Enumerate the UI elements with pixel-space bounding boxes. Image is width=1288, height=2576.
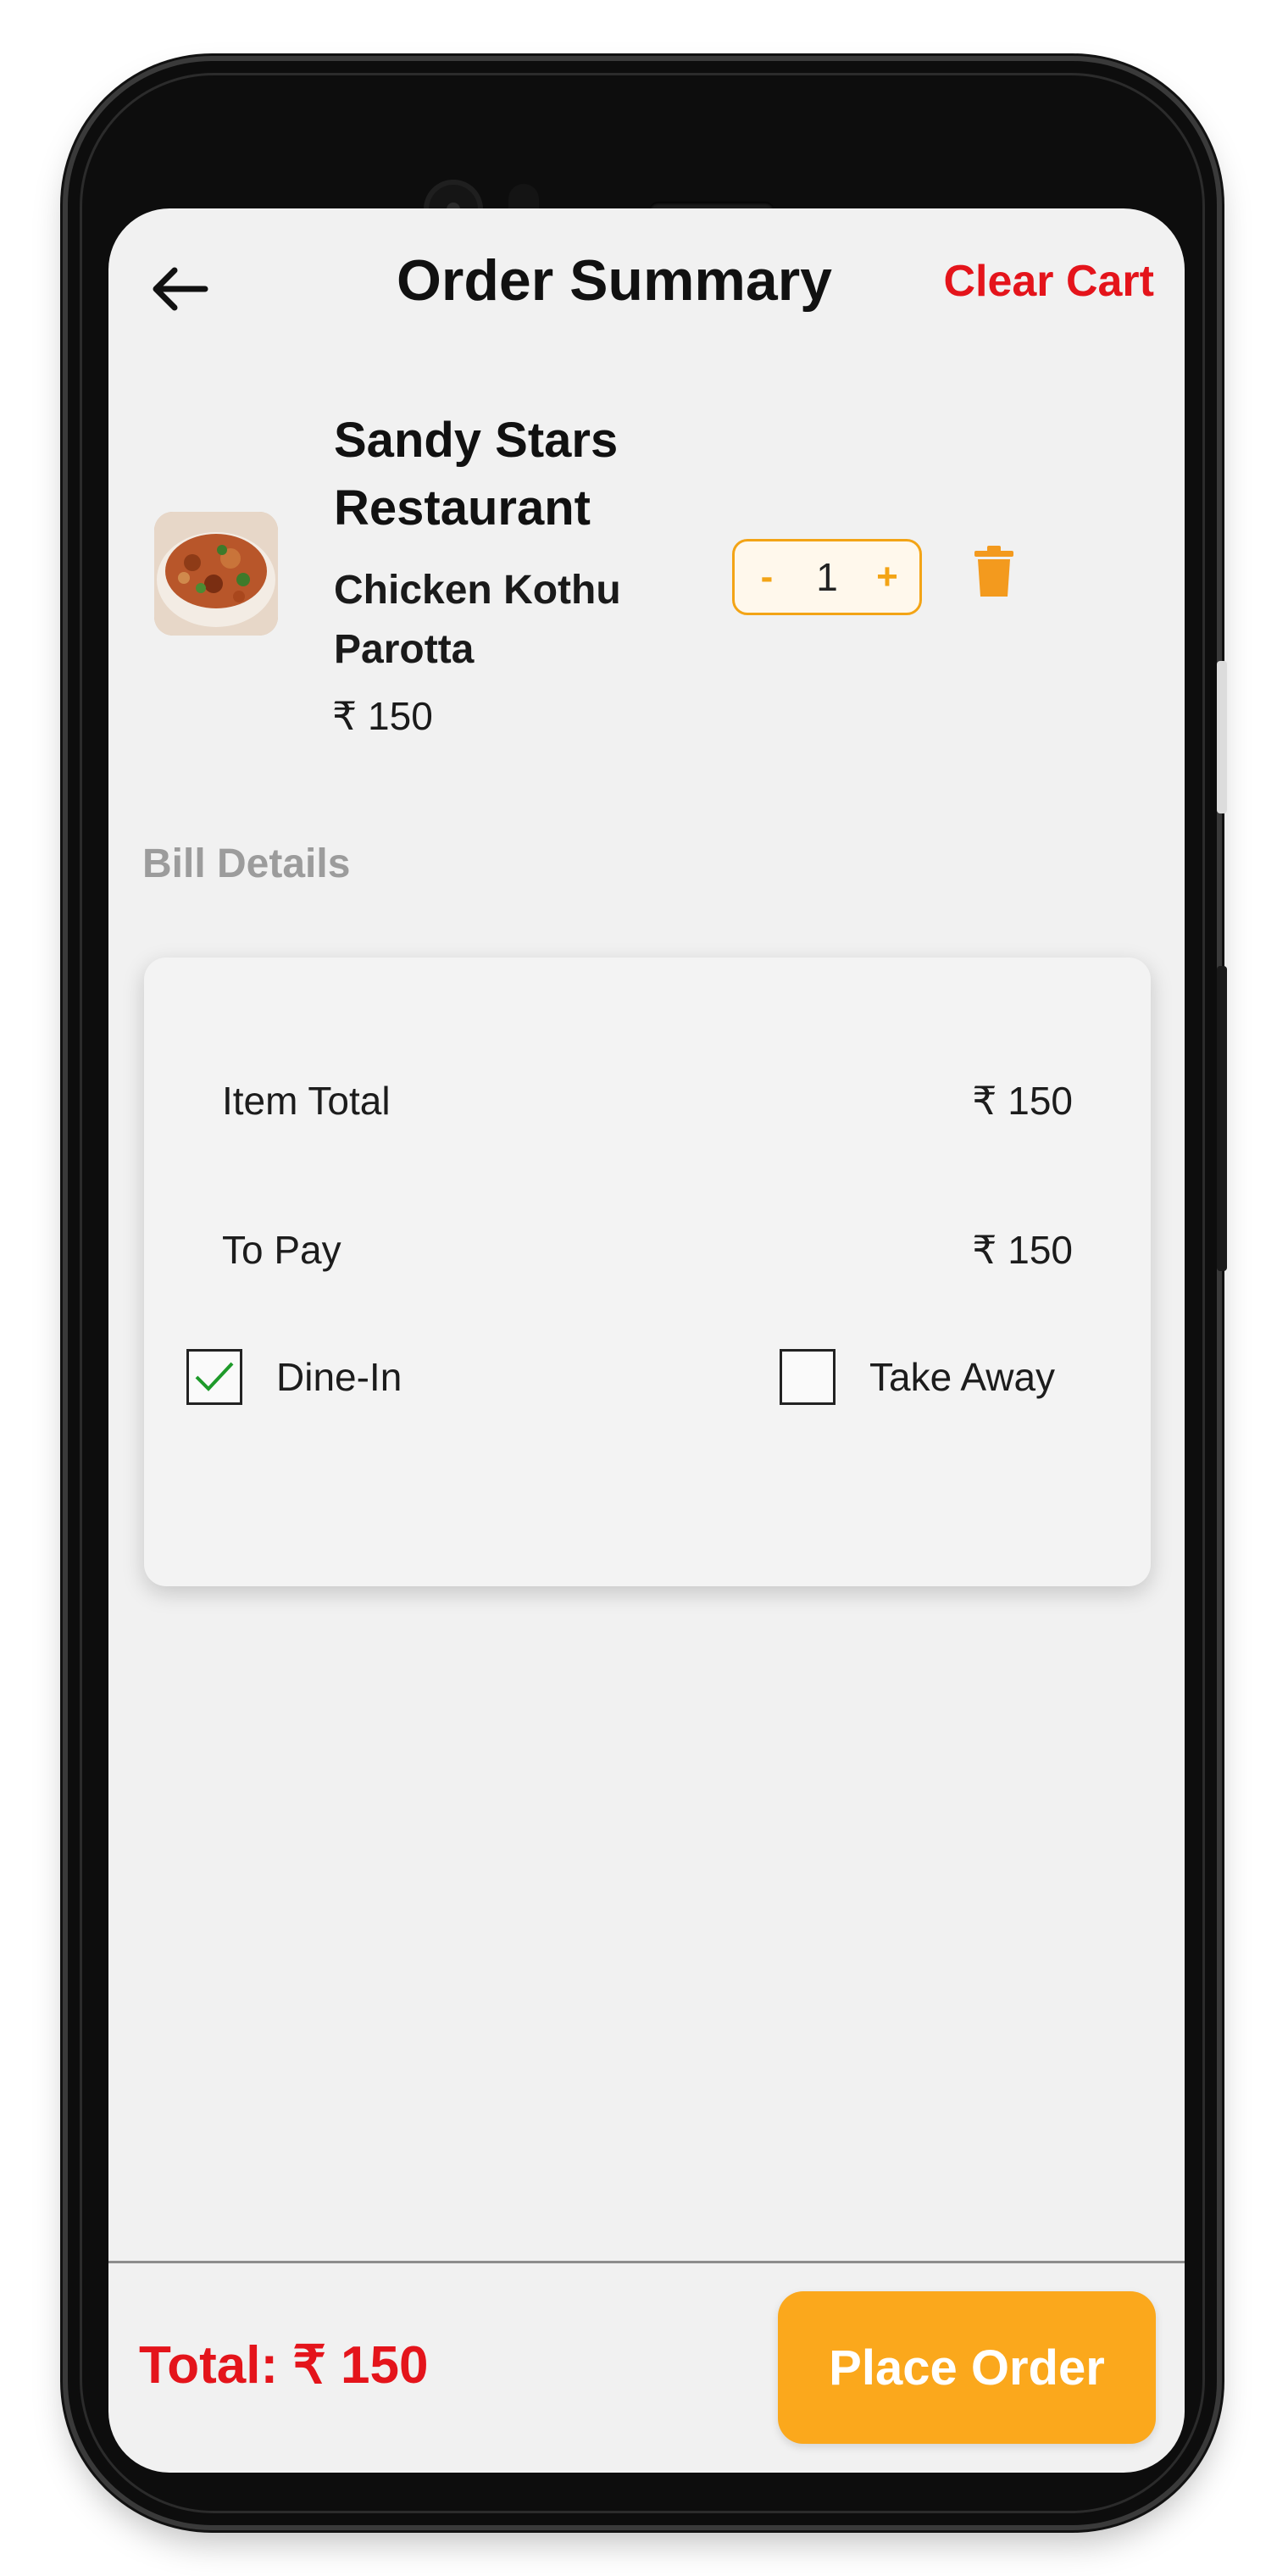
header: Order Summary Clear Cart [108, 208, 1185, 378]
quantity-stepper: - 1 + [732, 539, 922, 615]
delete-item-button[interactable] [974, 546, 1013, 598]
checkmark-icon [195, 1362, 234, 1391]
side-button-power [1217, 966, 1227, 1271]
side-button-top [1217, 661, 1227, 813]
footer-divider [108, 2261, 1185, 2263]
dine-in-label: Dine-In [276, 1355, 402, 1399]
dish-name: Chicken Kothu Parotta [334, 568, 621, 672]
bill-row-label: To Pay [222, 1228, 341, 1272]
take-away-label: Take Away [869, 1355, 1056, 1399]
trash-icon [974, 546, 1013, 597]
bill-row-value: ₹ 150 [972, 1079, 1073, 1123]
bill-row-value: ₹ 150 [972, 1228, 1073, 1272]
bill-row-to-pay: To Pay ₹ 150 [222, 1227, 1073, 1273]
bill-card: Item Total ₹ 150 To Pay ₹ 150 Dine-In Ta… [144, 958, 1151, 1586]
app-screen: Order Summary Clear Cart Sandy Stars Res… [108, 208, 1185, 2473]
order-total: Total: ₹ 150 [139, 2336, 429, 2395]
place-order-button[interactable]: Place Order [778, 2291, 1156, 2444]
quantity-value: 1 [816, 555, 838, 599]
dine-in-option[interactable]: Dine-In [186, 1349, 402, 1405]
item-price: ₹ 150 [332, 694, 433, 738]
bill-row-label: Item Total [222, 1079, 391, 1123]
bill-details-heading: Bill Details [142, 841, 351, 886]
clear-cart-button[interactable]: Clear Cart [943, 256, 1154, 307]
take-away-option[interactable]: Take Away [780, 1349, 1055, 1405]
decrement-button[interactable]: - [750, 556, 784, 598]
dine-in-checkbox[interactable] [186, 1349, 242, 1405]
food-thumbnail [154, 512, 278, 636]
increment-button[interactable]: + [870, 556, 904, 598]
restaurant-name: Sandy Stars Restaurant [334, 413, 619, 536]
bill-row-item-total: Item Total ₹ 150 [222, 1078, 1073, 1124]
take-away-checkbox[interactable] [780, 1349, 836, 1405]
